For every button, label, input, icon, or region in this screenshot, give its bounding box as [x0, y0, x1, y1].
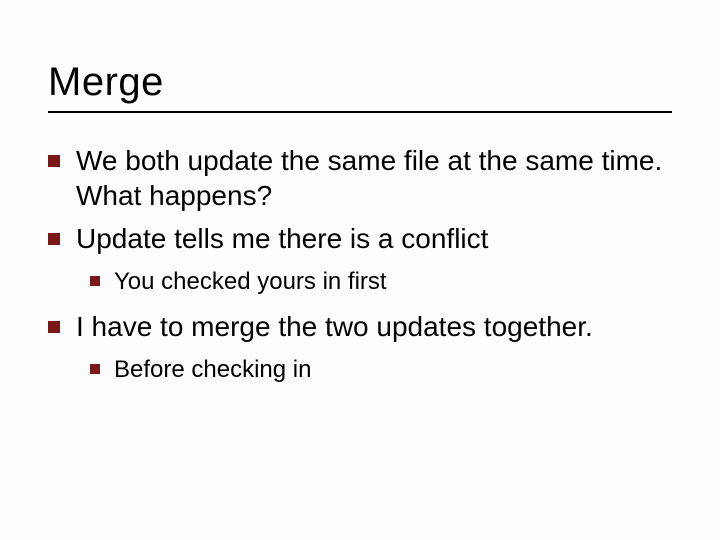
square-bullet-icon: [48, 233, 60, 245]
sub-bullet-list: Before checking in: [90, 354, 672, 385]
slide: Merge We both update the same file at th…: [0, 0, 720, 540]
list-item-text: We both update the same file at the same…: [76, 145, 662, 211]
list-item: I have to merge the two updates together…: [48, 309, 672, 385]
square-bullet-icon: [48, 321, 60, 333]
list-item-text: You checked yours in first: [114, 268, 387, 295]
list-item-text: I have to merge the two updates together…: [76, 311, 593, 342]
list-item: You checked yours in first: [90, 266, 672, 297]
slide-title: Merge: [48, 60, 672, 105]
list-item-text: Update tells me there is a conflict: [76, 223, 488, 254]
list-item: Update tells me there is a conflict You …: [48, 221, 672, 297]
list-item: We both update the same file at the same…: [48, 143, 672, 213]
square-bullet-icon: [48, 155, 60, 167]
bullet-list: We both update the same file at the same…: [48, 143, 672, 385]
list-item-text: Before checking in: [114, 356, 311, 383]
square-bullet-icon: [90, 276, 100, 286]
square-bullet-icon: [90, 364, 100, 374]
title-underline: [48, 111, 672, 113]
sub-bullet-list: You checked yours in first: [90, 266, 672, 297]
list-item: Before checking in: [90, 354, 672, 385]
